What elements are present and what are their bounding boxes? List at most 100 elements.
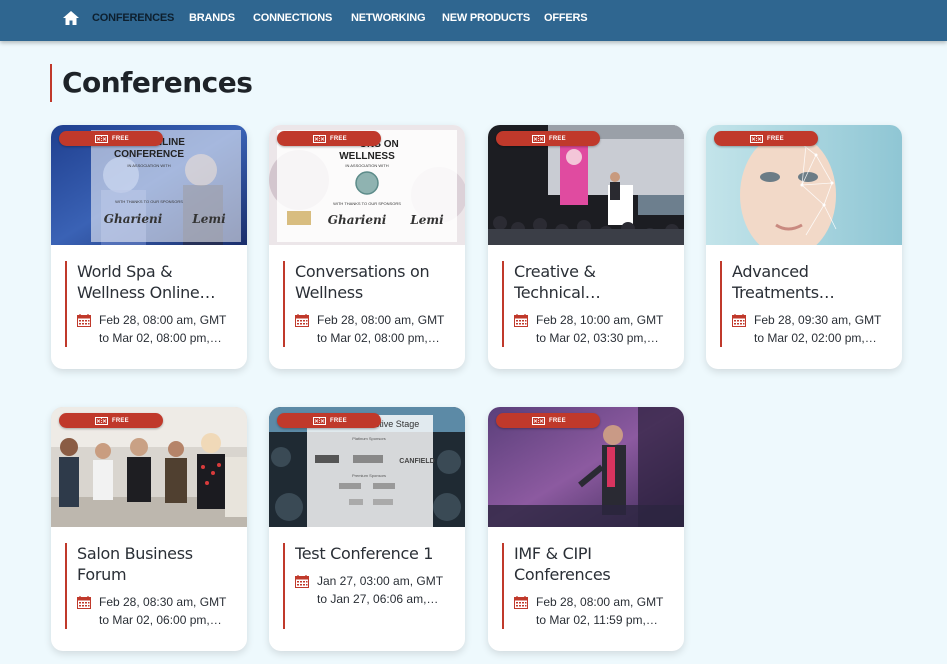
- date-end: to Mar 02, 02:00 pm,…: [754, 331, 877, 345]
- date-end: to Jan 27, 06:06 am,…: [317, 592, 439, 606]
- sponsor-logo: [315, 455, 339, 463]
- date-row: Feb 28, 10:00 am, GMT to Mar 02, 03:30 p…: [514, 311, 672, 347]
- date-row: Feb 28, 08:00 am, GMT to Mar 02, 08:00 p…: [77, 311, 235, 347]
- badge-label: FREE: [112, 417, 129, 424]
- nav-item-offers[interactable]: OFFERS: [544, 12, 588, 24]
- date-end: to Mar 02, 08:00 pm,…: [317, 331, 440, 345]
- nav-item-conferences[interactable]: CONFERENCES: [92, 12, 174, 24]
- conference-card-world-spa[interactable]: ONLINE CONFERENCE IN ASSOCIATION WITH WI…: [51, 125, 247, 369]
- card-title[interactable]: Advanced Treatments…: [732, 261, 890, 303]
- badge-label: FREE: [112, 135, 129, 142]
- date-row: Feb 28, 08:00 am, GMT to Mar 02, 11:59 p…: [514, 593, 672, 629]
- thumb-line2: WELLNESS: [339, 151, 395, 162]
- thumb-line3: IN ASSOCIATION WITH: [127, 163, 170, 168]
- date-start: Jan 27, 03:00 am, GMT: [317, 574, 444, 588]
- thumb-line3: CANFIELD: [399, 458, 434, 465]
- thumb-line4: WITH THANKS TO OUR SPONSORS: [333, 201, 401, 206]
- thumb-line4: Premium Sponsors: [352, 473, 386, 478]
- sponsor-logo: Lemi: [191, 212, 226, 226]
- date-start: Feb 28, 08:30 am, GMT: [99, 595, 227, 609]
- date-start: Feb 28, 09:30 am, GMT: [754, 313, 882, 327]
- date-start: Feb 28, 08:00 am, GMT: [317, 313, 445, 327]
- badge-label: FREE: [549, 135, 566, 142]
- calendar-icon: [77, 314, 91, 327]
- home-icon[interactable]: [62, 9, 80, 27]
- sponsor-logo: Lemi: [409, 213, 444, 227]
- card-body: Advanced Treatments… Feb 28, 09:30 am, G…: [720, 261, 890, 347]
- sponsor-logo: [353, 455, 383, 463]
- thumb-line1: ctive Stage: [375, 419, 420, 429]
- ticket-icon: [532, 416, 545, 425]
- thumb-line4: WITH THANKS TO OUR SPONSORS: [115, 199, 183, 204]
- page-title: Conferences: [62, 66, 253, 99]
- date-row: Feb 28, 08:30 am, GMT to Mar 02, 06:00 p…: [77, 593, 235, 629]
- thumb-line3: IN ASSOCIATION WITH: [345, 163, 388, 168]
- nav-item-connections[interactable]: CONNECTIONS: [253, 12, 332, 24]
- conference-card-salon-business-forum[interactable]: FREE Salon Business Forum Feb 28, 08:30 …: [51, 407, 247, 651]
- sponsor-logo: [373, 483, 395, 489]
- ticket-icon: [313, 134, 326, 143]
- badge-label: FREE: [330, 417, 347, 424]
- sponsor-logo: [373, 499, 393, 505]
- wellness-logo: [355, 171, 379, 195]
- calendar-icon: [514, 314, 528, 327]
- top-navigation: CONFERENCES BRANDS CONNECTIONS NETWORKIN…: [0, 0, 947, 41]
- free-badge: FREE: [59, 413, 163, 428]
- conference-card-advanced-treatments[interactable]: FREE Advanced Treatments… Feb 28, 09:30 …: [706, 125, 902, 369]
- ticket-icon: [313, 416, 326, 425]
- card-body: Salon Business Forum Feb 28, 08:30 am, G…: [65, 543, 235, 629]
- thumb-line2: Platinum Sponsors: [352, 436, 386, 441]
- card-title[interactable]: World Spa & Wellness Online…: [77, 261, 235, 303]
- badge-label: FREE: [330, 135, 347, 142]
- ticket-icon: [750, 134, 763, 143]
- date-start: Feb 28, 08:00 am, GMT: [536, 595, 664, 609]
- card-body: Test Conference 1 Jan 27, 03:00 am, GMT …: [283, 543, 453, 629]
- date-row: Feb 28, 08:00 am, GMT to Mar 02, 08:00 p…: [295, 311, 453, 347]
- date-end: to Mar 02, 08:00 pm,…: [99, 331, 222, 345]
- card-body: Conversations on Wellness Feb 28, 08:00 …: [283, 261, 453, 347]
- calendar-icon: [295, 314, 309, 327]
- card-body: Creative & Technical… Feb 28, 10:00 am, …: [502, 261, 672, 347]
- calendar-icon: [77, 596, 91, 609]
- free-badge: FREE: [277, 131, 381, 146]
- conference-card-creative-technical[interactable]: FREE Creative & Technical… Feb 28, 10:00…: [488, 125, 684, 369]
- calendar-icon: [514, 596, 528, 609]
- date-row: Jan 27, 03:00 am, GMT to Jan 27, 06:06 a…: [295, 572, 453, 608]
- page-title-block: Conferences: [50, 64, 253, 102]
- nav-item-brands[interactable]: BRANDS: [189, 12, 235, 24]
- conference-card-imf-cipi[interactable]: FREE IMF & CIPI Conferences Feb 28, 08:0…: [488, 407, 684, 651]
- free-badge: FREE: [714, 131, 818, 146]
- ticket-icon: [95, 134, 108, 143]
- date-start: Feb 28, 10:00 am, GMT: [536, 313, 664, 327]
- sponsor-logo: [287, 211, 311, 225]
- card-title[interactable]: Creative & Technical…: [514, 261, 672, 303]
- calendar-icon: [295, 575, 309, 588]
- card-body: World Spa & Wellness Online… Feb 28, 08:…: [65, 261, 235, 347]
- conference-card-test-conference-1[interactable]: ctive Stage Platinum Sponsors CANFIELD P…: [269, 407, 465, 651]
- card-title[interactable]: IMF & CIPI Conferences: [514, 543, 672, 585]
- sponsor-logo: Gharieni: [104, 212, 163, 226]
- sponsor-logo: Gharieni: [328, 213, 387, 227]
- date-end: to Mar 02, 11:59 pm,…: [536, 613, 658, 627]
- date-row: Feb 28, 09:30 am, GMT to Mar 02, 02:00 p…: [732, 311, 890, 347]
- ticket-icon: [532, 134, 545, 143]
- date-end: to Mar 02, 06:00 pm,…: [99, 613, 222, 627]
- card-body: IMF & CIPI Conferences Feb 28, 08:00 am,…: [502, 543, 672, 629]
- card-title[interactable]: Conversations on Wellness: [295, 261, 453, 303]
- sponsor-logo: [349, 499, 363, 505]
- nav-item-networking[interactable]: NETWORKING: [351, 12, 426, 24]
- date-end: to Mar 02, 03:30 pm,…: [536, 331, 659, 345]
- card-title[interactable]: Salon Business Forum: [77, 543, 235, 585]
- sponsor-logo: [339, 483, 361, 489]
- badge-label: FREE: [549, 417, 566, 424]
- free-badge: FREE: [59, 131, 163, 146]
- free-badge: FREE: [496, 131, 600, 146]
- conference-card-conversations-on-wellness[interactable]: ONS ON WELLNESS IN ASSOCIATION WITH WITH…: [269, 125, 465, 369]
- nav-item-new-products[interactable]: NEW PRODUCTS: [442, 12, 530, 24]
- card-title[interactable]: Test Conference 1: [295, 543, 453, 564]
- calendar-icon: [732, 314, 746, 327]
- free-badge: FREE: [496, 413, 600, 428]
- date-start: Feb 28, 08:00 am, GMT: [99, 313, 227, 327]
- free-badge: FREE: [277, 413, 381, 428]
- thumb-line2: CONFERENCE: [114, 149, 184, 160]
